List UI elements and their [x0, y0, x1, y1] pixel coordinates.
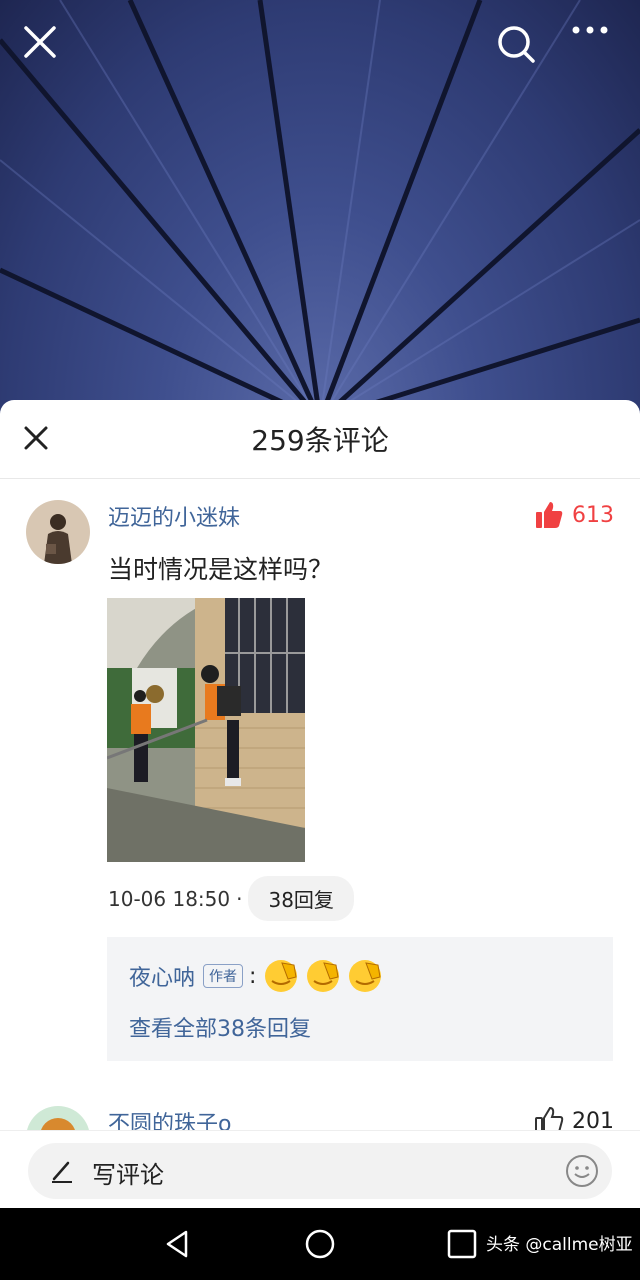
write-comment-placeholder: 写评论 — [92, 1161, 164, 1189]
more-icon[interactable] — [570, 24, 616, 70]
comment-sheet: 259条评论 迈迈的小迷妹 613 当时情况是这样吗？ 10-06 18:50 … — [0, 400, 640, 1208]
comment-meta: 10-06 18:50 · 38回复 — [108, 876, 354, 921]
search-icon[interactable] — [496, 24, 542, 70]
comments-count-title: 259条评论 — [251, 424, 389, 457]
author-badge: 作者 — [203, 964, 244, 988]
close-icon[interactable] — [22, 24, 68, 70]
emoji-icon[interactable] — [564, 1153, 600, 1189]
separator-dot: · — [236, 886, 243, 911]
comment-text: 当时情况是这样吗？ — [108, 555, 334, 584]
reply-colon: : — [249, 963, 257, 989]
replies-button[interactable]: 38回复 — [248, 876, 354, 921]
recents-icon[interactable] — [444, 1226, 480, 1262]
facepalm-emoji-icon — [349, 960, 382, 992]
like-count: 613 — [572, 502, 614, 528]
umbrella-illustration — [0, 0, 640, 420]
reply-preview-box[interactable]: 夜心呐 作者 : 查看全部38条回复 — [107, 937, 613, 1061]
close-icon[interactable] — [18, 420, 54, 456]
comment-image[interactable] — [107, 598, 305, 862]
system-navigation-bar: 头条 @callme树亚 — [0, 1208, 640, 1280]
sheet-header: 259条评论 — [0, 400, 640, 479]
avatar[interactable] — [26, 500, 90, 564]
view-all-replies-link[interactable]: 查看全部38条回复 — [129, 1011, 311, 1043]
home-icon[interactable] — [302, 1226, 338, 1262]
reply-username[interactable]: 夜心呐 — [129, 960, 195, 992]
cover-image — [0, 0, 640, 420]
watermark: 头条 @callme树亚 — [486, 1235, 633, 1255]
pen-icon — [52, 1161, 72, 1183]
back-icon[interactable] — [160, 1226, 196, 1262]
comment-username[interactable]: 迈迈的小迷妹 — [108, 500, 240, 532]
reply-preview: 夜心呐 作者 : — [129, 957, 388, 995]
comment-input-bar: 写评论 — [0, 1130, 640, 1209]
comment-timestamp: 10-06 18:50 — [108, 886, 231, 911]
facepalm-emoji-icon — [265, 960, 298, 992]
facepalm-emoji-icon — [307, 960, 340, 992]
write-comment-input[interactable]: 写评论 — [28, 1143, 612, 1199]
like-button[interactable]: 613 — [534, 500, 614, 530]
thumbs-up-icon — [536, 502, 563, 528]
